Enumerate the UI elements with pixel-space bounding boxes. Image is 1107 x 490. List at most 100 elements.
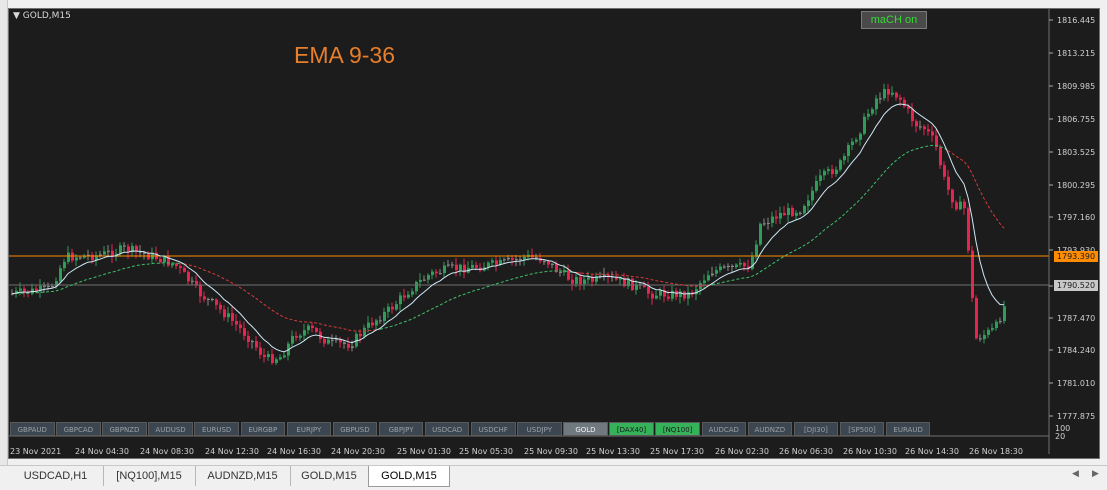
current-price-tag: 1793.390 bbox=[1054, 251, 1098, 262]
candle-body bbox=[519, 259, 522, 260]
symbol-button-eurgbp[interactable]: EURGBP bbox=[241, 422, 286, 436]
candle-body bbox=[71, 253, 74, 261]
candle-body bbox=[371, 323, 374, 326]
candle-body bbox=[187, 272, 190, 282]
candle-body bbox=[859, 134, 862, 140]
symbol-button-gbpaud[interactable]: GBPAUD bbox=[10, 422, 55, 436]
sub-axis-label: 20 bbox=[1055, 432, 1065, 441]
candle-body bbox=[687, 292, 690, 298]
candle-body bbox=[987, 330, 990, 335]
candle-body bbox=[235, 321, 238, 325]
symbol-button-gbpjpy[interactable]: GBPJPY bbox=[379, 422, 424, 436]
candle-body bbox=[603, 275, 606, 276]
candle-body bbox=[583, 280, 586, 285]
chart-tab[interactable]: [NQ100],M15 bbox=[103, 466, 196, 486]
candle-body bbox=[183, 268, 186, 272]
candle-body bbox=[843, 156, 846, 160]
symbol-button-gbpcad[interactable]: GBPCAD bbox=[56, 422, 101, 436]
candle-body bbox=[379, 320, 382, 321]
candle-body bbox=[247, 336, 250, 342]
candle-body bbox=[515, 259, 518, 260]
price-chart[interactable]: 1816.4451813.2151809.9851806.7551803.525… bbox=[8, 8, 1100, 459]
candle-body bbox=[367, 323, 370, 328]
candle-body bbox=[423, 280, 426, 281]
chart-tab[interactable]: GOLD,M15 bbox=[368, 466, 450, 487]
candle-body bbox=[251, 341, 254, 342]
candle-body bbox=[199, 284, 202, 296]
symbol-button-usdjpy[interactable]: USDJPY bbox=[517, 422, 562, 436]
triangle-down-icon[interactable]: ▼ bbox=[13, 11, 20, 21]
candle-body bbox=[503, 259, 506, 260]
mach-status-button[interactable]: maCH on bbox=[861, 11, 927, 29]
ema-slow-line bbox=[948, 150, 1004, 228]
candle-body bbox=[775, 217, 778, 219]
symbol-button-dax40[interactable]: [DAX40] bbox=[609, 422, 654, 436]
candle-body bbox=[231, 313, 234, 321]
candle-body bbox=[171, 264, 174, 266]
candle-body bbox=[123, 245, 126, 246]
candle-body bbox=[815, 181, 818, 191]
symbol-button-dji30[interactable]: [DJI30] bbox=[794, 422, 839, 436]
candle-body bbox=[283, 355, 286, 357]
arrow-right-icon[interactable]: ▶ bbox=[1092, 469, 1099, 479]
candle-body bbox=[315, 328, 318, 332]
candle-body bbox=[303, 330, 306, 335]
candle-body bbox=[135, 246, 138, 251]
candle-body bbox=[1003, 306, 1006, 321]
symbol-button-nq100[interactable]: [NQ100] bbox=[655, 422, 700, 436]
chart-tab[interactable]: USDCAD,H1 bbox=[8, 466, 104, 486]
chart-tab[interactable]: GOLD,M15 bbox=[290, 466, 369, 486]
candle-body bbox=[447, 265, 450, 266]
candle-body bbox=[743, 263, 746, 266]
price-axis-label: 1784.240 bbox=[1057, 346, 1095, 355]
symbol-button-gbpnzd[interactable]: GBPNZD bbox=[102, 422, 147, 436]
candle-body bbox=[863, 117, 866, 134]
candle-body bbox=[911, 109, 914, 121]
symbol-button-gold[interactable]: GOLD bbox=[563, 422, 608, 436]
symbol-button-gbpusd[interactable]: GBPUSD bbox=[333, 422, 378, 436]
price-axis-label: 1787.470 bbox=[1057, 314, 1095, 323]
price-axis-label: 1800.295 bbox=[1057, 181, 1095, 190]
arrow-left-icon[interactable]: ◀ bbox=[1072, 469, 1079, 479]
candle-body bbox=[395, 304, 398, 309]
candle-body bbox=[899, 98, 902, 100]
time-axis-label: 24 Nov 16:30 bbox=[267, 447, 321, 456]
symbol-button-audcad[interactable]: AUDCAD bbox=[702, 422, 747, 436]
price-axis-label: 1809.985 bbox=[1057, 82, 1095, 91]
symbol-button-audnzd[interactable]: AUDNZD bbox=[748, 422, 793, 436]
time-axis-label: 26 Nov 10:30 bbox=[843, 447, 897, 456]
candle-body bbox=[419, 280, 422, 282]
symbol-button-usdchf[interactable]: USDCHF bbox=[471, 422, 516, 436]
candle-body bbox=[263, 355, 266, 357]
candle-body bbox=[295, 336, 298, 338]
candle-body bbox=[999, 321, 1002, 322]
symbol-button-euraud[interactable]: EURAUD bbox=[886, 422, 931, 436]
ema-slow-line bbox=[184, 264, 380, 331]
candle-body bbox=[903, 100, 906, 107]
candle-body bbox=[831, 169, 834, 174]
chart-tab[interactable]: AUDNZD,M15 bbox=[195, 466, 291, 486]
candle-body bbox=[363, 328, 366, 336]
candle-body bbox=[431, 272, 434, 276]
candle-body bbox=[703, 280, 706, 283]
candle-body bbox=[827, 169, 830, 171]
symbol-button-usdcad[interactable]: USDCAD bbox=[425, 422, 470, 436]
chart-tab-bar: USDCAD,H1[NQ100],M15AUDNZD,M15GOLD,M15GO… bbox=[0, 465, 1107, 490]
candle-body bbox=[587, 278, 590, 280]
candle-body bbox=[323, 339, 326, 344]
candle-body bbox=[875, 98, 878, 109]
ema-slow-line bbox=[712, 145, 948, 284]
candle-body bbox=[203, 296, 206, 299]
candle-body bbox=[119, 245, 122, 253]
candle-body bbox=[311, 326, 314, 328]
symbol-button-sp500[interactable]: [SP500] bbox=[840, 422, 885, 436]
symbol-button-eurjpy[interactable]: EURJPY bbox=[287, 422, 332, 436]
indicator-label: EMA 9-36 bbox=[294, 42, 395, 69]
symbol-button-audusd[interactable]: AUDUSD bbox=[148, 422, 193, 436]
symbol-button-eurusd[interactable]: EURUSD bbox=[194, 422, 239, 436]
candle-body bbox=[407, 295, 410, 298]
candle-body bbox=[919, 126, 922, 127]
candle-body bbox=[707, 275, 710, 280]
candle-body bbox=[795, 213, 798, 216]
candle-body bbox=[47, 286, 50, 287]
